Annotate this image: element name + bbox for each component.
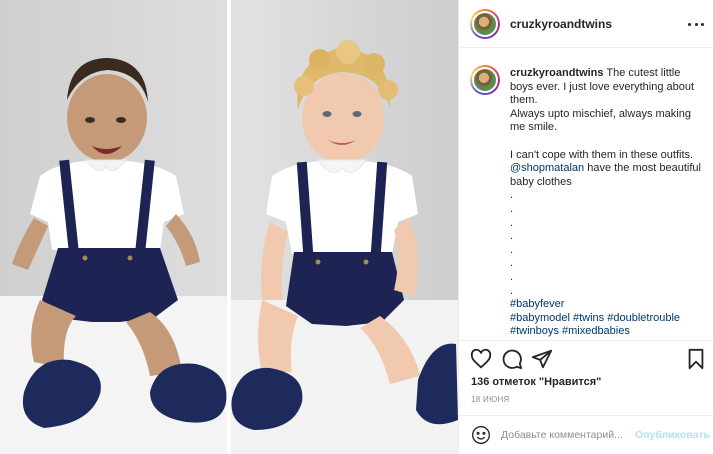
caption-text: cruzkyroandtwins The cutest little boys … [510,67,706,339]
post-photo[interactable] [0,0,458,454]
heart-icon[interactable] [470,348,492,370]
paper-plane-icon[interactable] [531,348,553,370]
header-username[interactable]: cruzkyroandtwins [510,17,612,31]
hashtag[interactable]: #twinboys [510,325,559,337]
hashtag[interactable]: #babymodel [510,312,570,324]
hashtag[interactable]: #twins [573,312,604,324]
post-date[interactable]: 18 июня [471,395,510,404]
caption-body-2: have the most beautiful baby clothes . .… [510,162,701,297]
publish-button[interactable]: Опубликовать [635,429,710,441]
bookmark-icon[interactable] [685,348,707,370]
likes-count[interactable]: 136 отметок "Нравится" [471,376,601,388]
post-photo-image [0,0,458,454]
comment-icon[interactable] [501,348,523,370]
caption-area: cruzkyroandtwins The cutest little boys … [459,49,713,341]
post-side-panel: cruzkyroandtwins cruzkyroandtwins The cu… [458,0,713,454]
caption-body-1: The cutest little boys ever. I just love… [510,67,695,161]
comment-input[interactable] [501,429,633,441]
caption-mention[interactable]: @shopmatalan [510,162,584,174]
caption-avatar[interactable] [470,65,500,95]
post-actions [459,342,713,376]
post-header: cruzkyroandtwins [459,0,713,48]
smile-icon[interactable] [471,425,491,445]
avatar[interactable] [470,8,500,39]
comment-box: Опубликовать [459,415,713,454]
hashtag[interactable]: #mixedbabies [562,325,630,337]
hashtag[interactable]: #babyfever [510,298,564,310]
caption-username[interactable]: cruzkyroandtwins [510,67,604,79]
hashtag[interactable]: #doubletrouble [607,312,680,324]
more-horizontal-icon[interactable] [688,17,704,31]
